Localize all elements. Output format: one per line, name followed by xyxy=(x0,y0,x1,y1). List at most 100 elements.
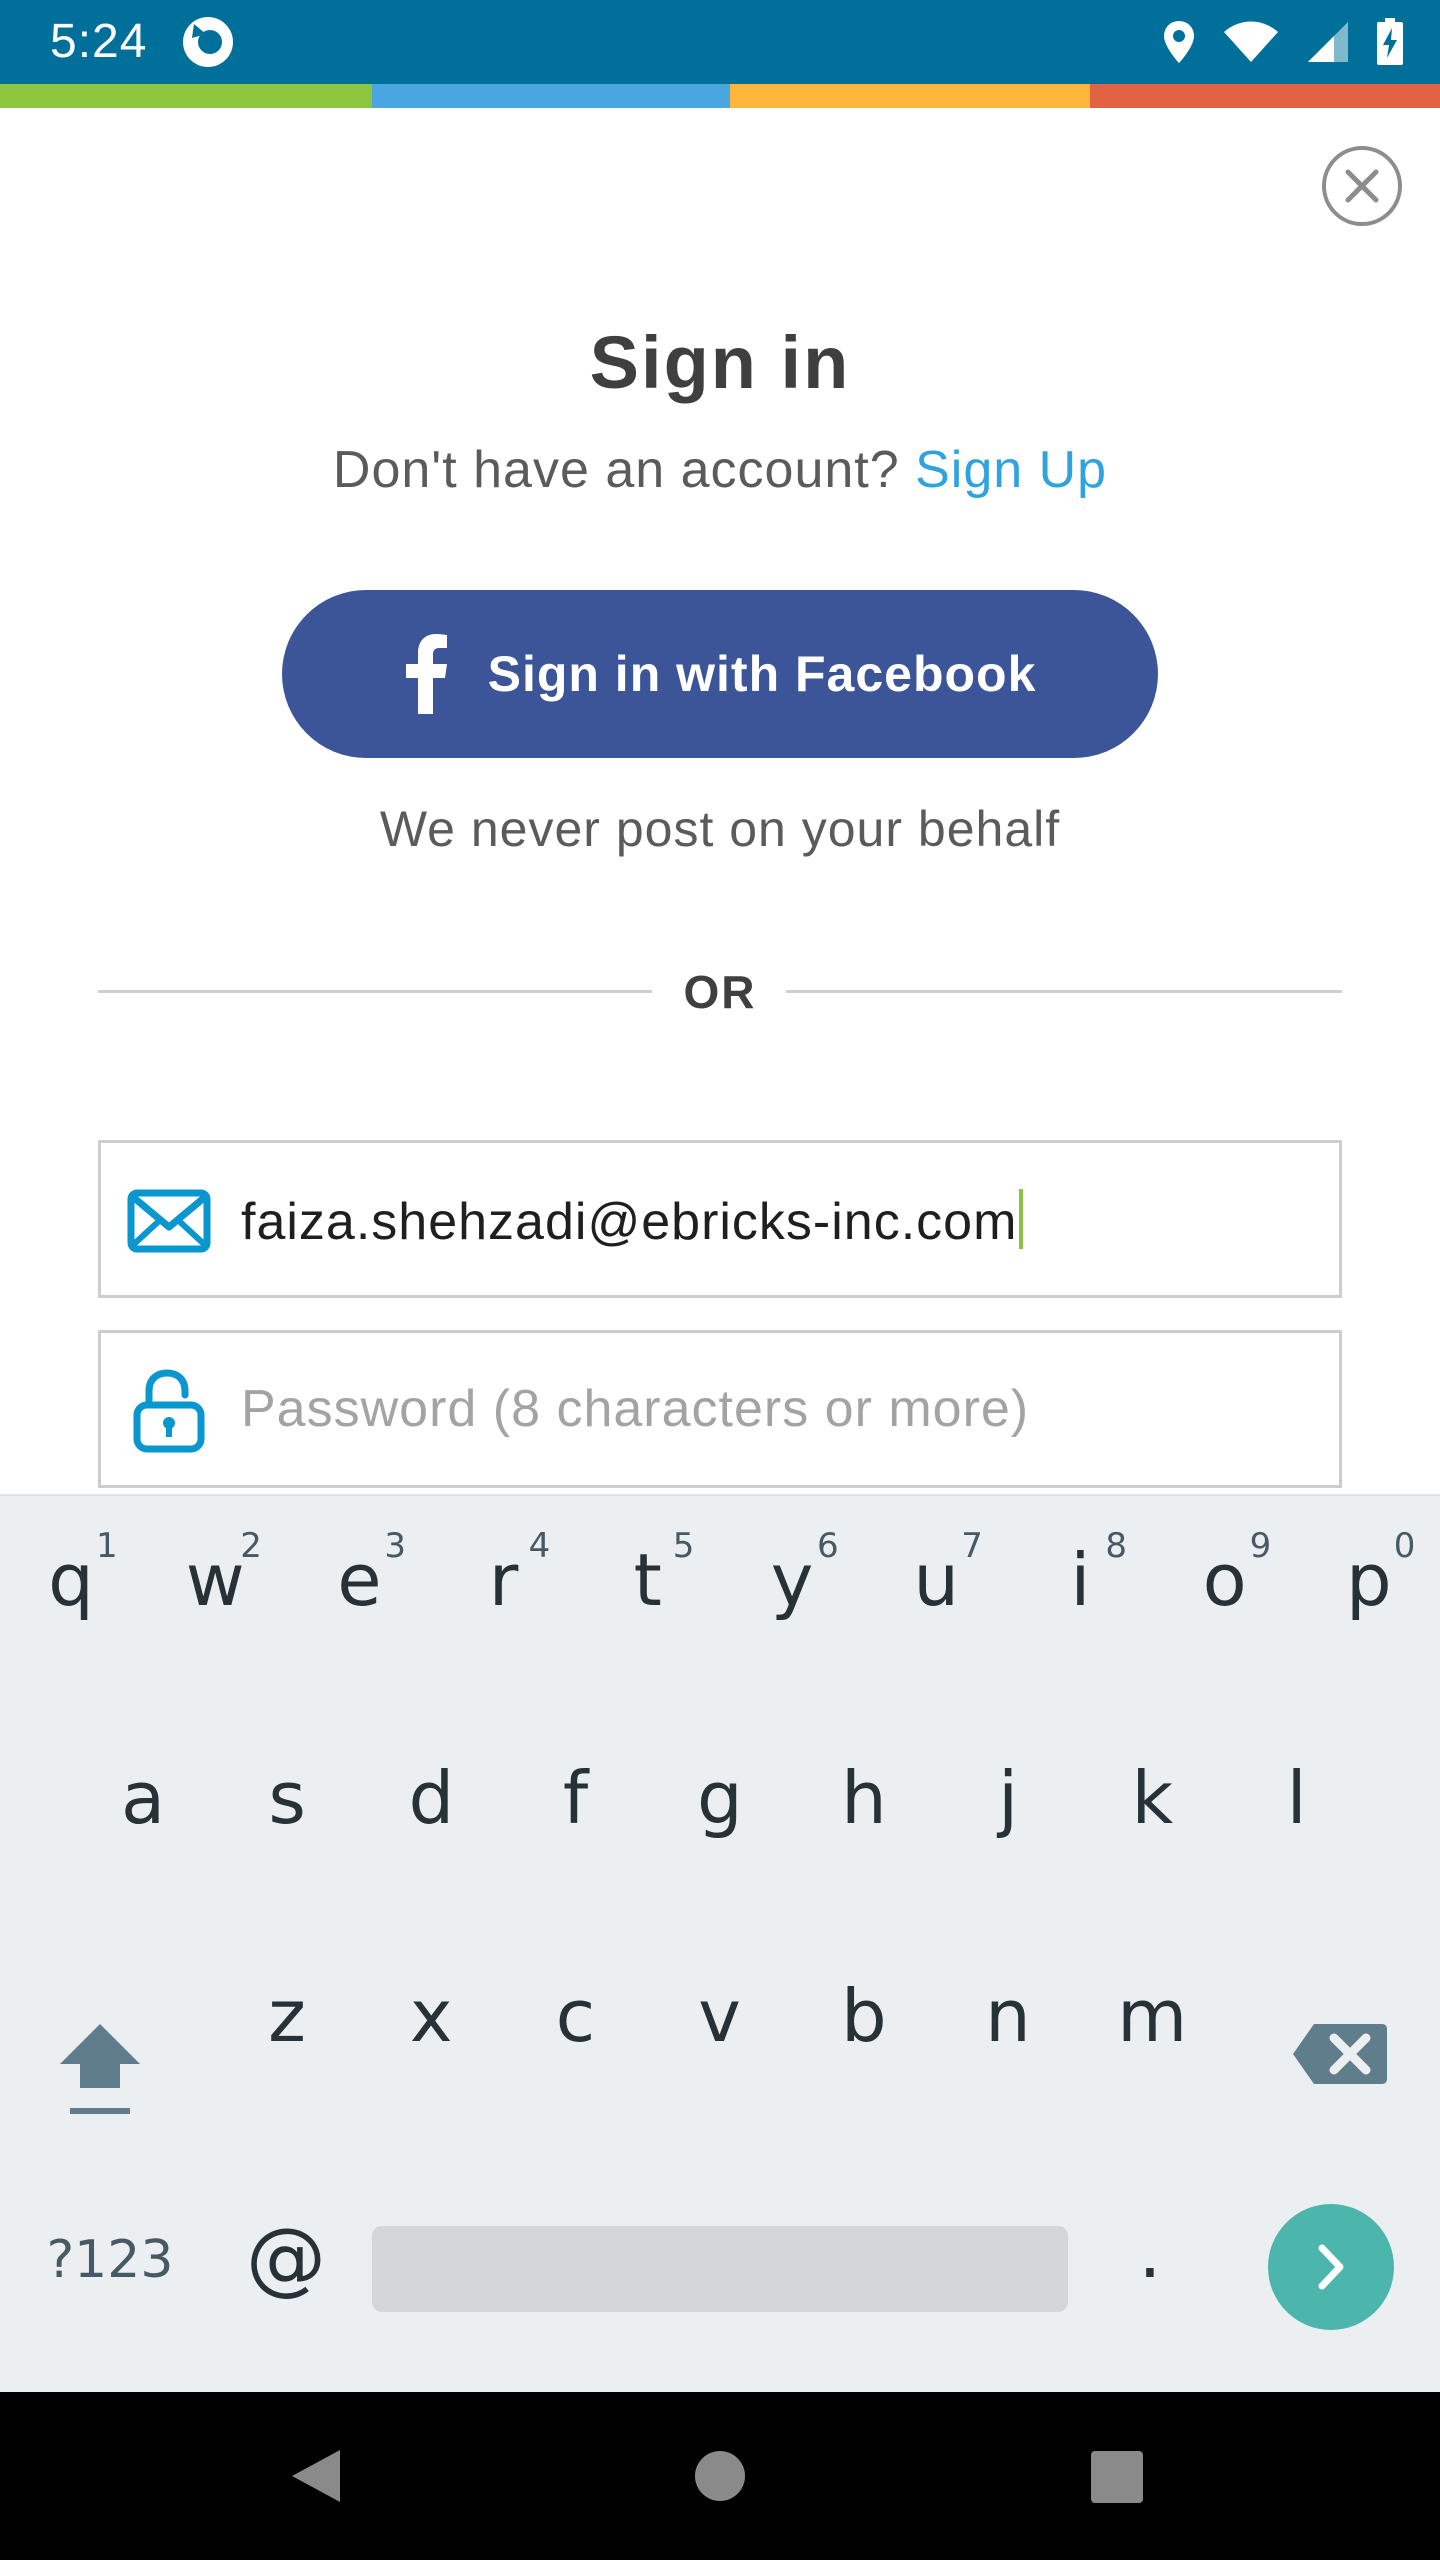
backspace-icon xyxy=(1293,2024,1387,2084)
key-l[interactable]: l xyxy=(1242,1714,1352,1834)
divider-line-right xyxy=(786,990,1342,993)
key-number-hint: 1 xyxy=(96,1526,118,1566)
key-g[interactable]: g xyxy=(665,1714,775,1834)
key-n[interactable]: n xyxy=(953,1932,1063,2052)
key-o[interactable]: o9 xyxy=(1170,1496,1280,1616)
key-label: f xyxy=(562,1756,589,1840)
key-w[interactable]: w2 xyxy=(160,1496,270,1616)
soft-keyboard: q1w2e3r4t5y6u7i8o9p0 asdfghjkl zxcvbnm ?… xyxy=(0,1494,1440,2392)
key-number-hint: 7 xyxy=(961,1526,983,1566)
email-field-value: faiza.shehzadi@ebricks-inc.com xyxy=(241,1193,1018,1251)
period-key[interactable]: . xyxy=(1110,2216,1190,2316)
back-icon[interactable] xyxy=(286,2446,346,2506)
key-label: g xyxy=(696,1756,743,1840)
brand-color-stripe xyxy=(0,84,1440,108)
key-h[interactable]: h xyxy=(809,1714,919,1834)
key-r[interactable]: r4 xyxy=(449,1496,559,1616)
facebook-button-label: Sign in with Facebook xyxy=(487,646,1037,702)
key-e[interactable]: e3 xyxy=(304,1496,414,1616)
key-s[interactable]: s xyxy=(232,1714,342,1834)
close-button[interactable] xyxy=(1322,146,1402,226)
stripe-green xyxy=(0,84,372,108)
key-label: m xyxy=(1117,1974,1188,2058)
key-label: x xyxy=(409,1974,453,2058)
period-key-label: . xyxy=(1138,2210,1162,2294)
signup-prompt-text: Don't have an account? xyxy=(332,441,900,499)
facebook-sign-in-button[interactable]: Sign in with Facebook xyxy=(282,590,1158,758)
text-cursor xyxy=(1019,1189,1024,1249)
facebook-icon xyxy=(405,634,447,714)
email-field[interactable]: faiza.shehzadi@ebricks-inc.com xyxy=(98,1140,1342,1298)
system-navigation-bar xyxy=(0,2392,1440,2560)
key-j[interactable]: j xyxy=(953,1714,1063,1834)
key-label: a xyxy=(120,1756,166,1840)
password-placeholder: Password (8 characters or more) xyxy=(241,1380,1030,1438)
unlock-icon xyxy=(133,1369,205,1453)
home-icon[interactable] xyxy=(694,2450,746,2502)
at-key-label: @ xyxy=(246,2211,326,2304)
password-field[interactable]: Password (8 characters or more) xyxy=(98,1330,1342,1488)
sign-up-link[interactable]: Sign Up xyxy=(915,441,1107,499)
key-number-hint: 0 xyxy=(1393,1526,1416,1566)
key-k[interactable]: k xyxy=(1097,1714,1207,1834)
page-title: Sign in xyxy=(589,321,851,404)
key-label: n xyxy=(985,1974,1031,2058)
key-c[interactable]: c xyxy=(520,1932,630,2052)
symbols-key[interactable]: ?123 xyxy=(30,2234,190,2314)
at-key[interactable]: @ xyxy=(236,2218,336,2318)
wifi-icon xyxy=(1224,21,1278,62)
key-label: d xyxy=(408,1756,455,1840)
stripe-blue xyxy=(372,84,730,108)
key-number-hint: 8 xyxy=(1105,1526,1128,1566)
key-m[interactable]: m xyxy=(1097,1932,1207,2052)
space-bar[interactable] xyxy=(372,2226,1068,2312)
status-icons xyxy=(1162,18,1404,66)
key-u[interactable]: u7 xyxy=(881,1496,991,1616)
key-label: z xyxy=(268,1974,306,2058)
key-label: h xyxy=(841,1756,887,1840)
key-p[interactable]: p0 xyxy=(1314,1496,1424,1616)
app-sync-icon xyxy=(183,17,233,67)
signal-icon xyxy=(1308,22,1348,62)
key-f[interactable]: f xyxy=(521,1714,631,1834)
key-number-hint: 6 xyxy=(817,1526,839,1566)
close-icon xyxy=(1345,169,1379,203)
key-b[interactable]: b xyxy=(809,1932,919,2052)
key-t[interactable]: t5 xyxy=(593,1496,703,1616)
email-field-value-wrap: faiza.shehzadi@ebricks-inc.com xyxy=(241,1189,1024,1252)
key-y[interactable]: y6 xyxy=(737,1496,847,1616)
key-label: j xyxy=(998,1756,1019,1840)
key-number-hint: 3 xyxy=(384,1526,407,1566)
enter-key[interactable] xyxy=(1268,2204,1394,2330)
key-q[interactable]: q1 xyxy=(16,1496,126,1616)
key-v[interactable]: v xyxy=(665,1932,775,2052)
key-z[interactable]: z xyxy=(232,1932,342,2052)
stripe-orange xyxy=(730,84,1090,108)
key-a[interactable]: a xyxy=(88,1714,198,1834)
key-label: l xyxy=(1286,1756,1307,1840)
backspace-key[interactable] xyxy=(1290,2014,1390,2094)
symbols-key-label: ?123 xyxy=(46,2230,174,2290)
shift-key[interactable] xyxy=(40,2006,160,2126)
location-icon xyxy=(1164,21,1194,63)
status-time: 5:24 xyxy=(50,15,148,68)
signup-prompt: Don't have an account? Sign Up xyxy=(0,440,1440,500)
key-number-hint: 4 xyxy=(528,1526,551,1566)
recents-icon[interactable] xyxy=(1090,2450,1144,2504)
facebook-note: We never post on your behalf xyxy=(379,801,1061,857)
key-label: b xyxy=(840,1974,887,2058)
key-number-hint: 9 xyxy=(1249,1526,1272,1566)
envelope-icon xyxy=(127,1189,211,1253)
key-d[interactable]: d xyxy=(376,1714,486,1834)
status-bar: 5:24 xyxy=(0,0,1440,84)
key-label: s xyxy=(268,1756,306,1840)
key-label: k xyxy=(1131,1756,1174,1840)
chevron-right-icon xyxy=(1318,2244,1344,2290)
key-label: v xyxy=(698,1974,741,2058)
shift-icon xyxy=(60,2024,140,2114)
key-i[interactable]: i8 xyxy=(1025,1496,1135,1616)
key-number-hint: 2 xyxy=(240,1526,262,1566)
key-x[interactable]: x xyxy=(376,1932,486,2052)
stripe-red xyxy=(1090,84,1440,108)
key-number-hint: 5 xyxy=(672,1526,695,1566)
